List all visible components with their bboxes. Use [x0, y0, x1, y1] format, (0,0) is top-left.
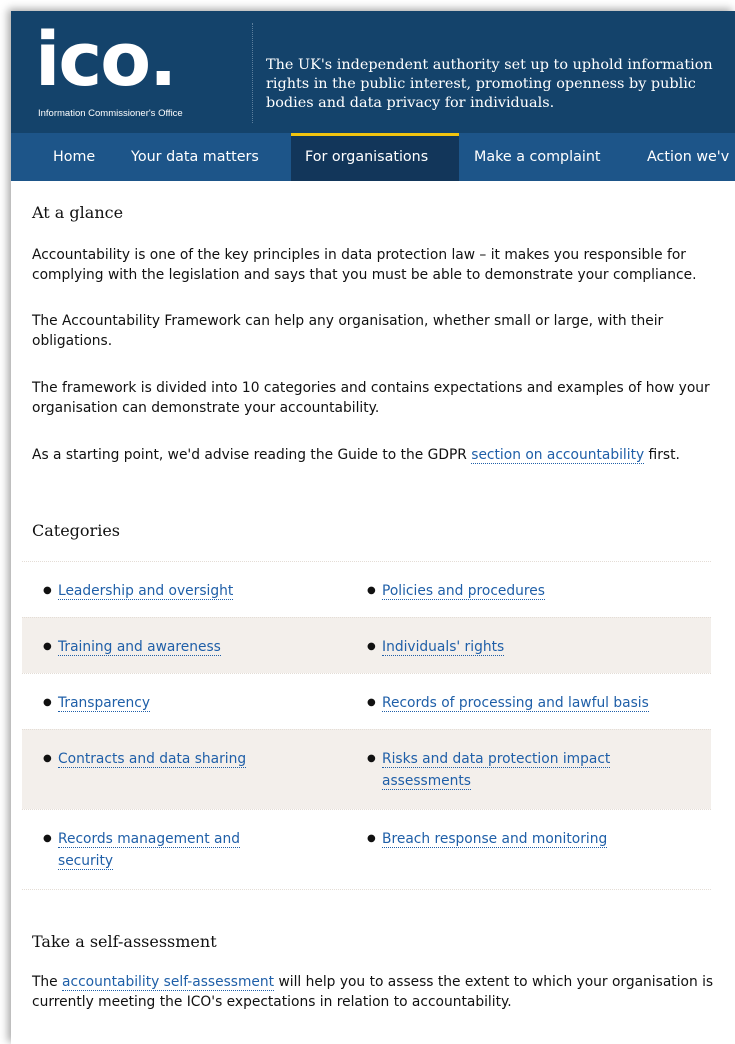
nav-home[interactable]: Home — [39, 133, 109, 181]
category-records-management-link[interactable]: ● Records management and security — [43, 828, 288, 872]
section-on-accountability-link[interactable]: section on accountability — [471, 447, 645, 464]
glance-paragraph-3: The framework is divided into 10 categor… — [32, 380, 710, 416]
category-transparency-link[interactable]: ● Transparency — [43, 692, 333, 714]
category-leadership-link[interactable]: ● Leadership and oversight — [43, 580, 333, 602]
nav-for-organisations[interactable]: For organisations — [291, 133, 459, 181]
bullet: ● — [43, 641, 52, 652]
site-header: ico. Information Commissioner's Office T… — [11, 11, 735, 133]
category-individuals-rights-link[interactable]: ● Individuals' rights — [367, 636, 707, 658]
tagline: The UK's independent authority set up to… — [266, 57, 713, 111]
bullet: ● — [43, 585, 52, 596]
nav-make-a-complaint[interactable]: Make a complaint — [460, 133, 618, 181]
main-nav: Home Your data matters For organisations… — [11, 133, 735, 181]
glance-paragraph-1: Accountability is one of the key princip… — [32, 247, 697, 283]
bullet: ● — [43, 753, 52, 764]
categories-heading: Categories — [32, 521, 120, 540]
grid-bottom-rule — [22, 889, 711, 890]
bullet: ● — [367, 753, 376, 764]
bullet: ● — [367, 697, 376, 708]
accountability-self-assessment-link[interactable]: accountability self-assessment — [62, 974, 275, 991]
nav-action-weve-taken[interactable]: Action we'v — [633, 133, 735, 181]
self-assessment-before: The — [32, 974, 63, 990]
category-row: ● Contracts and data sharing ● Risks and d… — [22, 729, 711, 809]
category-risks-dpia-link[interactable]: ● Risks and data protection impact assess… — [367, 748, 667, 792]
at-a-glance-heading: At a glance — [32, 203, 124, 222]
bullet: ● — [367, 833, 376, 844]
category-policies-link[interactable]: ● Policies and procedures — [367, 580, 707, 602]
glance-p4-after: first. — [644, 447, 680, 463]
logo-subtitle: Information Commissioner's Office — [38, 108, 183, 119]
glance-paragraph-4: As a starting point, we'd advise reading… — [32, 445, 722, 465]
category-row: ● Records management and security ● Breach… — [22, 809, 711, 889]
category-contracts-link[interactable]: ● Contracts and data sharing — [43, 748, 333, 770]
category-row: ● Transparency ● Records of processing and… — [22, 673, 711, 729]
nav-your-data-matters[interactable]: Your data matters — [117, 133, 287, 181]
bullet: ● — [367, 585, 376, 596]
ico-logo[interactable]: ico. — [35, 17, 177, 103]
category-training-link[interactable]: ● Training and awareness — [43, 636, 333, 658]
header-divider — [252, 23, 253, 123]
category-breach-response-link[interactable]: ● Breach response and monitoring — [367, 828, 707, 850]
self-assessment-heading: Take a self-assessment — [32, 932, 217, 951]
bullet: ● — [367, 641, 376, 652]
category-records-processing-link[interactable]: ● Records of processing and lawful basis — [367, 692, 711, 714]
glance-p4-text: As a starting point, we'd advise reading… — [32, 447, 472, 463]
self-assessment-paragraph: The accountability self-assessment will … — [32, 972, 722, 1012]
bullet: ● — [43, 697, 52, 708]
glance-paragraph-2: The Accountability Framework can help an… — [32, 313, 664, 349]
category-row: ● Leadership and oversight ● Policies and … — [22, 561, 711, 617]
bullet: ● — [43, 833, 52, 844]
browser-window: ico. Information Commissioner's Office T… — [11, 11, 735, 1044]
category-row: ● Training and awareness ● Individuals' ri… — [22, 617, 711, 673]
